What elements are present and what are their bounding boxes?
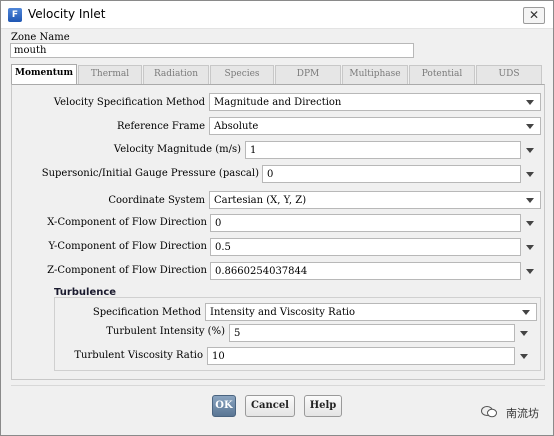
chevron-down-icon xyxy=(520,354,528,359)
zone-name-input[interactable]: mouth xyxy=(10,43,414,58)
chevron-down-icon xyxy=(526,221,534,226)
y-component-label: Y-Component of Flow Direction xyxy=(48,241,207,252)
turbulent-intensity-option-menu[interactable] xyxy=(518,324,530,342)
window-title: Velocity Inlet xyxy=(28,7,106,21)
tab-potential[interactable]: Potential xyxy=(409,65,475,84)
tab-dpm[interactable]: DPM xyxy=(275,65,341,84)
x-component-option-menu[interactable] xyxy=(524,214,536,232)
turbulence-spec-method-value: Intensity and Viscosity Ratio xyxy=(210,307,356,318)
turbulent-intensity-input[interactable]: 5 xyxy=(229,324,515,342)
z-component-option-menu[interactable] xyxy=(524,262,536,280)
velocity-magnitude-option-menu[interactable] xyxy=(524,141,536,159)
x-component-label: X-Component of Flow Direction xyxy=(47,217,207,228)
z-component-label: Z-Component of Flow Direction xyxy=(47,265,207,276)
turbulent-viscosity-ratio-option-menu[interactable] xyxy=(518,347,530,365)
chevron-down-icon xyxy=(526,198,534,203)
reference-frame-value: Absolute xyxy=(214,121,259,132)
help-button[interactable]: Help xyxy=(304,395,342,417)
reference-frame-label: Reference Frame xyxy=(117,121,205,132)
turbulent-viscosity-ratio-label: Turbulent Viscosity Ratio xyxy=(74,350,203,361)
cancel-button[interactable]: Cancel xyxy=(245,395,295,417)
chat-bubble-icon xyxy=(480,406,497,418)
gauge-pressure-option-menu[interactable] xyxy=(524,165,536,183)
watermark-text: 南流坊 xyxy=(506,407,539,420)
tab-thermal[interactable]: Thermal xyxy=(78,65,142,84)
velocity-spec-method-value: Magnitude and Direction xyxy=(214,97,342,108)
gauge-pressure-input[interactable]: 0 xyxy=(262,165,521,183)
chevron-down-icon xyxy=(526,148,534,153)
coordinate-system-label: Coordinate System xyxy=(108,195,205,206)
turbulence-spec-method-label: Specification Method xyxy=(92,307,201,318)
chevron-down-icon xyxy=(526,100,534,105)
z-component-input[interactable]: 0.8660254037844 xyxy=(210,262,521,280)
coordinate-system-value: Cartesian (X, Y, Z) xyxy=(214,195,307,206)
chevron-down-icon xyxy=(526,172,534,177)
tab-multiphase[interactable]: Multiphase xyxy=(342,65,408,84)
velocity-spec-method-label: Velocity Specification Method xyxy=(53,97,205,108)
turbulent-intensity-label: Turbulent Intensity (%) xyxy=(106,326,225,337)
turbulence-group-title: Turbulence xyxy=(54,287,117,298)
zone-name-label: Zone Name xyxy=(11,32,70,43)
tab-radiation[interactable]: Radiation xyxy=(143,65,209,84)
chevron-down-icon xyxy=(526,124,534,129)
fluent-app-icon: F xyxy=(8,8,22,22)
close-icon: ✕ xyxy=(528,8,540,22)
velocity-magnitude-label: Velocity Magnitude (m/s) xyxy=(113,144,241,155)
chevron-down-icon xyxy=(526,269,534,274)
y-component-input[interactable]: 0.5 xyxy=(210,238,521,256)
velocity-magnitude-input[interactable]: 1 xyxy=(245,141,521,159)
tab-species[interactable]: Species xyxy=(210,65,274,84)
turbulence-spec-method-dropdown[interactable]: Intensity and Viscosity Ratio xyxy=(205,303,537,321)
tab-uds[interactable]: UDS xyxy=(476,65,542,84)
y-component-option-menu[interactable] xyxy=(524,238,536,256)
coordinate-system-dropdown[interactable]: Cartesian (X, Y, Z) xyxy=(209,191,541,209)
reference-frame-dropdown[interactable]: Absolute xyxy=(209,117,541,135)
ok-button[interactable]: OK xyxy=(212,395,236,417)
tab-momentum[interactable]: Momentum xyxy=(11,64,77,85)
gauge-pressure-label: Supersonic/Initial Gauge Pressure (pasca… xyxy=(41,168,259,179)
close-button[interactable]: ✕ xyxy=(523,7,545,24)
footer-separator xyxy=(11,385,545,386)
velocity-inlet-dialog: F Velocity Inlet ✕ Zone Name mouth Momen… xyxy=(0,0,554,436)
x-component-input[interactable]: 0 xyxy=(210,214,521,232)
chevron-down-icon xyxy=(526,245,534,250)
chevron-down-icon xyxy=(522,310,530,315)
title-bar: F Velocity Inlet ✕ xyxy=(1,1,553,29)
watermark: 南流坊 xyxy=(480,405,539,421)
chevron-down-icon xyxy=(520,331,528,336)
velocity-spec-method-dropdown[interactable]: Magnitude and Direction xyxy=(209,93,541,111)
turbulent-viscosity-ratio-input[interactable]: 10 xyxy=(207,347,515,365)
